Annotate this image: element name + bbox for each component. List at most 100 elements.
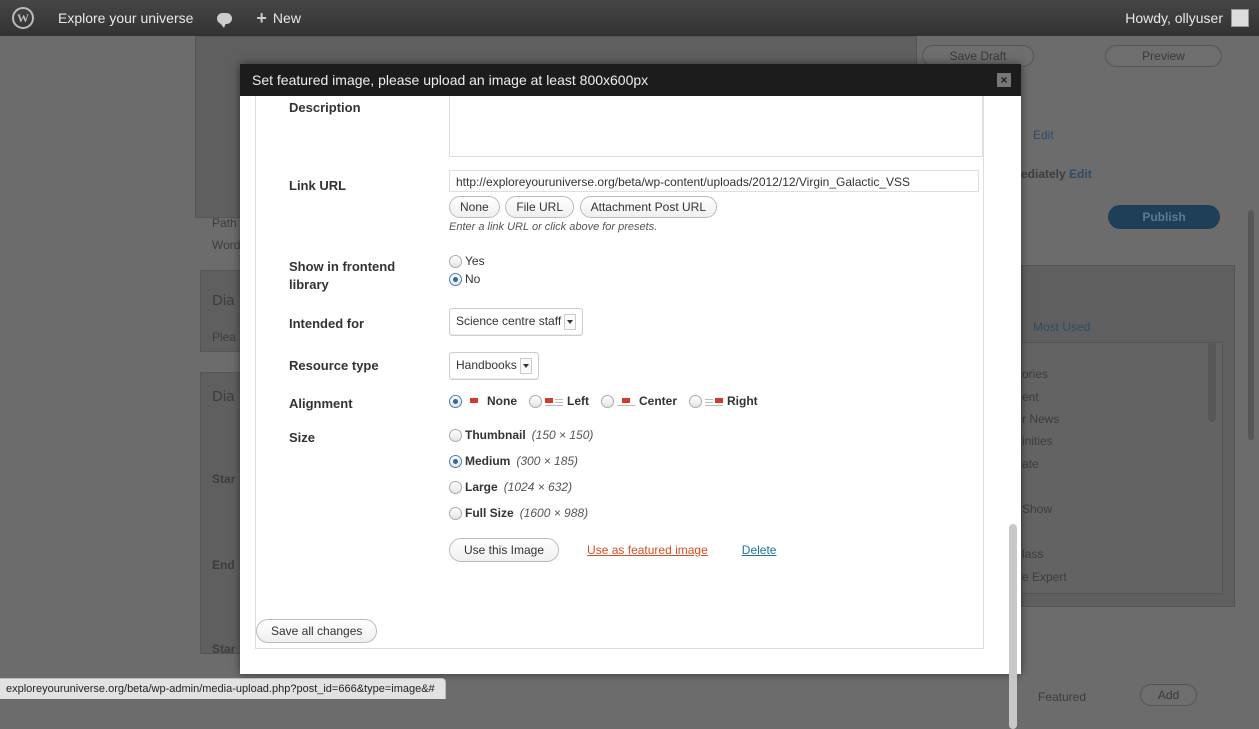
size-medium-option[interactable]: Medium (300 × 185) [449,454,578,468]
bg-category-item: e Expert [1022,570,1067,584]
radio-no[interactable] [449,273,462,287]
description-field[interactable] [449,96,983,157]
bg-box-2 [200,372,242,654]
site-name-link[interactable]: Explore your universe [46,0,205,36]
radio-size-thumbnail[interactable] [449,428,462,442]
align-none-icon [465,396,483,406]
bg-add-button[interactable]: Add [1140,684,1197,706]
radio-size-full[interactable] [449,506,462,520]
radio-align-center[interactable] [601,394,614,408]
bg-category-item: ate [1022,457,1039,471]
bg-category-list [1021,342,1223,594]
comments-button[interactable] [205,0,244,36]
bg-category-scrollbar[interactable] [1208,342,1216,422]
radio-size-medium[interactable] [449,454,462,468]
bg-plea-label: Plea [212,330,237,344]
save-all-changes-button[interactable]: Save all changes [256,619,378,643]
page-scrollbar[interactable] [1248,210,1254,440]
chevron-down-icon [519,358,532,374]
align-none-label: None [487,394,517,408]
frontend-library-label: Show in frontend library [289,259,396,292]
account-menu[interactable]: Howdy, ollyuser [1113,0,1259,36]
modal-body: Description Link URL http://exploreyouru… [240,96,1021,674]
size-label: Size [289,430,316,445]
bg-word-label: Word [212,238,241,252]
radio-align-none[interactable] [449,394,462,408]
size-full-option[interactable]: Full Size (1600 × 988) [449,506,588,520]
most-used-tab[interactable]: Most Used [1033,320,1090,334]
intended-for-value: Science centre staff [456,314,562,329]
bg-dia-label: Dia [212,292,235,309]
align-right-icon [705,396,724,406]
media-item-box: Description Link URL http://exploreyouru… [255,96,984,649]
new-label: New [272,10,301,26]
delete-link[interactable]: Delete [742,543,777,557]
edit-publish-date-link[interactable]: Edit [1069,167,1092,181]
align-right-option[interactable]: Right [689,394,758,408]
bg-start-label: Star [212,472,236,486]
bg-path-label: Path [212,216,237,230]
featured-image-modal: Set featured image, please upload an ima… [240,64,1021,729]
size-thumbnail-option[interactable]: Thumbnail (150 × 150) [449,428,593,442]
resource-type-label: Resource type [289,358,379,373]
intended-for-label: Intended for [289,316,365,331]
wordpress-logo-icon: W [12,7,34,29]
link-url-input[interactable]: http://exploreyouruniverse.org/beta/wp-c… [449,170,979,192]
link-preset-buttons: None File URL Attachment Post URL [449,196,979,218]
description-label: Description [289,100,361,115]
modal-scrollbar[interactable] [1009,524,1017,729]
bg-category-item: ent [1022,390,1039,404]
align-center-option[interactable]: Center [601,394,677,408]
frontend-yes-label: Yes [465,254,485,268]
size-large-option[interactable]: Large (1024 × 632) [449,480,572,494]
link-url-label: Link URL [289,178,347,193]
wordpress-logo-button[interactable]: W [0,0,46,36]
link-attachment-url-button[interactable]: Attachment Post URL [579,196,718,218]
radio-size-large[interactable] [449,480,462,494]
bg-category-item: r News [1022,412,1060,426]
size-name: Large [465,480,498,494]
align-left-label: Left [567,394,589,408]
align-none-option[interactable]: None [449,394,517,408]
bg-category-item: ories [1022,367,1049,381]
radio-yes[interactable] [449,255,462,269]
size-name: Full Size [465,506,514,520]
preview-button[interactable]: Preview [1105,45,1222,67]
radio-align-right[interactable] [689,394,703,408]
size-name: Medium [465,454,511,468]
frontend-no-label: No [465,272,481,286]
chevron-down-icon [564,314,577,330]
edit-link[interactable]: Edit [1033,128,1054,142]
publish-immediately-text: ediately [1021,167,1066,181]
browser-status-url: exploreyouruniverse.org/beta/wp-admin/me… [0,678,446,699]
frontend-no-option[interactable]: No [449,270,485,288]
comment-bubble-icon [217,12,233,28]
admin-bar: W Explore your universe + New Howdy, oll… [0,0,1259,36]
radio-align-left[interactable] [529,394,542,408]
link-none-button[interactable]: None [449,196,500,218]
bg-category-item: Show [1022,502,1053,516]
use-this-image-button[interactable]: Use this Image [449,538,560,562]
bg-start-label-2: Star [212,642,236,656]
align-left-icon [545,396,563,406]
new-content-button[interactable]: + New [244,0,313,36]
howdy-text: Howdy, ollyuser [1125,10,1223,26]
bg-category-item: inities [1022,434,1053,448]
avatar [1231,9,1249,27]
plus-icon: + [256,7,267,28]
link-file-url-button[interactable]: File URL [505,196,574,218]
intended-for-select[interactable]: Science centre staff [449,308,584,336]
size-dims: (1024 × 632) [503,480,573,494]
close-icon[interactable]: × [997,73,1011,87]
size-dims: (1600 × 988) [519,506,589,520]
link-url-hint: Enter a link URL or click above for pres… [449,221,658,233]
align-left-option[interactable]: Left [529,394,589,408]
resource-type-select[interactable]: Handbooks [449,352,539,380]
modal-title: Set featured image, please upload an ima… [252,72,649,88]
modal-title-bar: Set featured image, please upload an ima… [240,64,1021,96]
resource-type-value: Handbooks [456,358,517,373]
publish-button[interactable]: Publish [1108,205,1220,229]
bg-end-label: End [212,558,235,572]
use-as-featured-image-link[interactable]: Use as featured image [587,543,708,557]
frontend-yes-option[interactable]: Yes [449,252,485,270]
